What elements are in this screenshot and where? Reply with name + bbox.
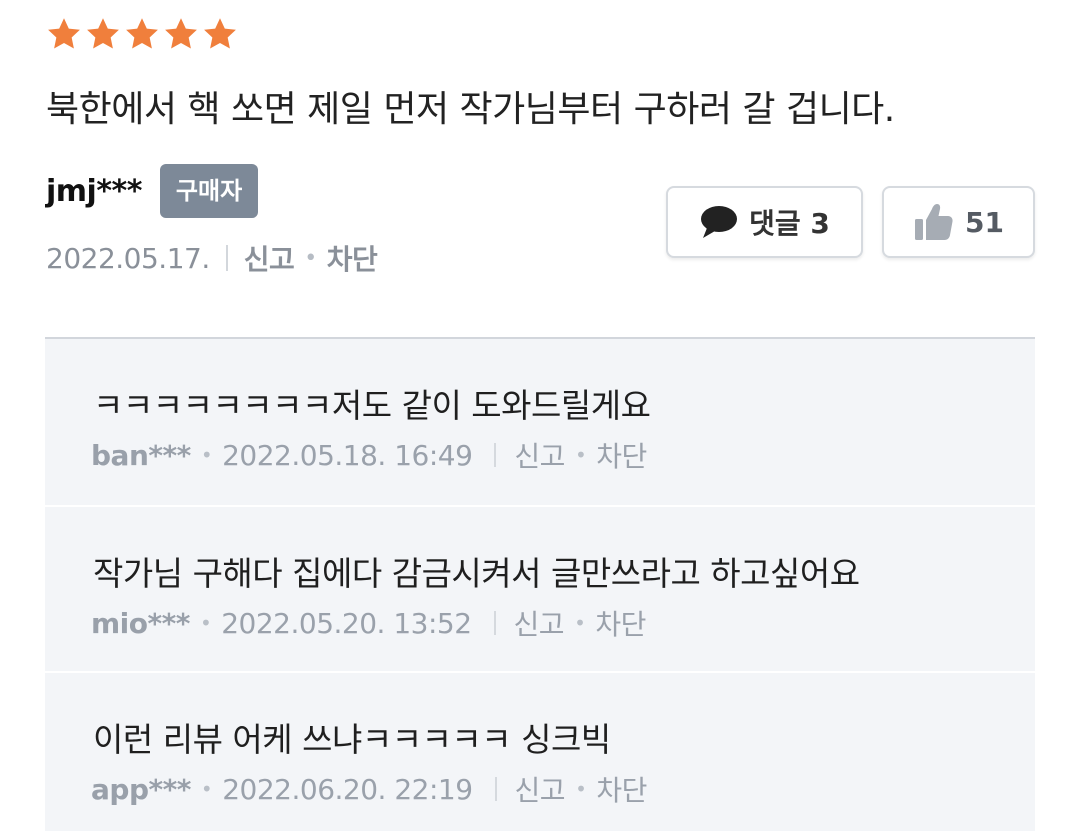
divider [493,611,496,635]
comments-button[interactable]: 댓글 3 [666,186,863,258]
review-text: 북한에서 핵 쏘면 제일 먼저 작가님부터 구하러 갈 겁니다. [46,89,895,130]
comment-report-link[interactable]: 신고 [514,603,565,643]
comment-author[interactable]: mio*** [91,607,190,640]
review-meta: 2022.05.17. 신고 • 차단 [46,238,378,278]
review-card: 북한에서 핵 쏘면 제일 먼저 작가님부터 구하러 갈 겁니다. jmj*** … [0,0,1080,831]
comment-item: 이런 리뷰 어케 쓰냐ㅋㅋㅋㅋㅋ 싱크빅 app*** • 2022.06.20… [45,671,1035,831]
comment-datetime: 2022.05.20. 13:52 [221,606,472,640]
comment-item: 작가님 구해다 집에다 감금시켜서 글만쓰라고 하고싶어요 mio*** • 2… [45,505,1035,669]
author-row: jmj*** 구매자 [46,164,259,218]
dot-separator: • [199,611,212,635]
author-name[interactable]: jmj*** [46,174,142,209]
divider [225,245,228,271]
star-rating [46,16,238,52]
comment-text: ㅋㅋㅋㅋㅋㅋㅋㅋ저도 같이 도와드릴게요 [93,386,651,425]
like-count: 51 [965,205,1004,239]
review-date: 2022.05.17. [46,241,210,275]
report-link[interactable]: 신고 [244,238,295,278]
dot-separator: • [574,611,586,635]
comment-datetime: 2022.06.20. 22:19 [222,772,473,806]
star-icon [165,18,197,49]
dot-separator: • [304,245,317,271]
comment-datetime: 2022.05.18. 16:49 [222,438,473,472]
dot-separator: • [575,777,587,801]
comment-block-link[interactable]: 차단 [595,603,646,643]
comments-button-label: 댓글 3 [749,207,830,240]
comment-block-link[interactable]: 차단 [596,769,647,809]
like-button[interactable]: 51 [882,186,1035,258]
dot-separator: • [574,443,587,467]
comments-list: ㅋㅋㅋㅋㅋㅋㅋㅋ저도 같이 도와드릴게요 ban*** • 2022.05.18… [45,337,1035,831]
comment-report-link[interactable]: 신고 [515,769,566,809]
comment-item: ㅋㅋㅋㅋㅋㅋㅋㅋ저도 같이 도와드릴게요 ban*** • 2022.05.18… [45,339,1035,503]
divider [494,777,497,801]
dot-separator: • [200,443,213,467]
star-icon [204,18,236,49]
speech-bubble-icon [701,206,738,238]
star-icon [126,18,158,49]
comment-meta: ban*** • 2022.05.18. 16:49 신고 • 차단 [91,435,647,475]
thumbs-up-icon [915,204,953,240]
star-icon [48,18,80,49]
dot-separator: • [200,777,213,801]
comment-author[interactable]: app*** [91,773,191,806]
comment-author[interactable]: ban*** [91,439,191,472]
comment-text: 작가님 구해다 집에다 감금시켜서 글만쓰라고 하고싶어요 [93,554,860,593]
comment-meta: mio*** • 2022.05.20. 13:52 신고 • 차단 [91,603,646,643]
buyer-badge: 구매자 [159,164,259,218]
star-icon [87,18,119,49]
block-link[interactable]: 차단 [327,238,378,278]
comment-block-link[interactable]: 차단 [596,435,647,475]
divider [494,443,497,467]
comment-report-link[interactable]: 신고 [514,435,565,475]
comment-text: 이런 리뷰 어케 쓰냐ㅋㅋㅋㅋㅋ 싱크빅 [93,720,611,759]
comment-meta: app*** • 2022.06.20. 22:19 신고 • 차단 [91,769,647,809]
